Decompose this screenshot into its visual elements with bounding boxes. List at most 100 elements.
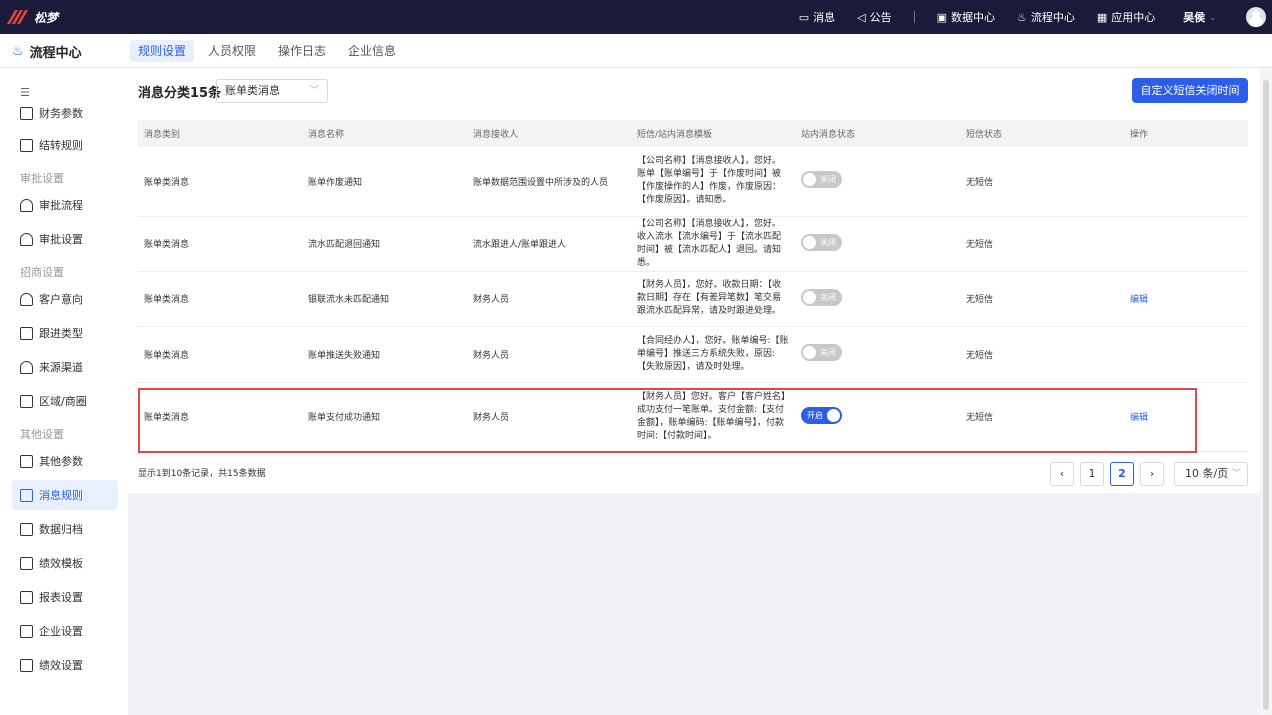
- sidebar-item-customer-intent[interactable]: 客户意向: [12, 284, 118, 314]
- nav-divider: [913, 11, 915, 23]
- sidebar-item-carryover[interactable]: 结转规则: [12, 130, 118, 160]
- col-template: 短信/站内消息模板: [631, 120, 795, 147]
- cell-sms-status: 无短信: [960, 147, 1124, 217]
- highlight-box: [138, 388, 1197, 453]
- status-toggle[interactable]: 关闭: [801, 233, 842, 251]
- top-nav: ▭ 消息 ◁ 公告 ▣ 数据中心 ♨ 流程中心 ▦ 应用中心 吴侯 ⌄: [777, 0, 1216, 34]
- cell-action: 编辑: [1124, 271, 1248, 327]
- table-row: 账单类消息 银联流水未匹配通知 财务人员 【财务人员】，您好。收款日期：【收款日…: [138, 271, 1248, 327]
- category-select[interactable]: 账单类消息 ﹀: [216, 79, 328, 103]
- avatar[interactable]: [1246, 7, 1266, 27]
- cell-template: 【公司名称】【消息接收人】，您好。收入流水【流水编号】于【流水匹配时间】被【流水…: [631, 216, 795, 272]
- chevron-down-icon[interactable]: ⌄: [1209, 13, 1216, 22]
- brand-logo[interactable]: 松梦: [6, 8, 59, 26]
- cell-category: 账单类消息: [138, 271, 302, 327]
- cell-template: 【合同经办人】，您好。账单编号:【账单编号】推送三方系统失败，原因:【失败原因】…: [631, 326, 795, 383]
- archive-icon: [20, 522, 33, 536]
- other-params-icon: [20, 454, 33, 468]
- followup-type-icon: [20, 326, 33, 340]
- status-toggle[interactable]: 关闭: [801, 288, 842, 306]
- sidebar-item-followup-type[interactable]: 跟进类型: [12, 318, 118, 348]
- message-icon: ▭: [798, 10, 810, 24]
- cell-category: 账单类消息: [138, 326, 302, 383]
- cell-action: [1124, 147, 1248, 217]
- edit-link[interactable]: 编辑: [1130, 295, 1148, 305]
- sidebar-item-other-params[interactable]: 其他参数: [12, 446, 118, 476]
- user-name[interactable]: 吴侯: [1183, 9, 1205, 25]
- cell-receiver: 流水跟进人/账单跟进人: [467, 216, 631, 272]
- tab-rule-settings[interactable]: 规则设置: [130, 40, 195, 62]
- col-receiver: 消息接收人: [467, 120, 631, 147]
- source-channel-icon: [20, 360, 33, 374]
- sidebar: ☰ 财务参数 结转规则 审批设置 审批流程 审批设置 招商设置 客户意向 跟进类…: [0, 68, 128, 715]
- table-row: 账单类消息 账单推送失败通知 财务人员 【合同经办人】，您好。账单编号:【账单编…: [138, 326, 1248, 383]
- nav-announcement[interactable]: ◁ 公告: [857, 9, 891, 25]
- chevron-down-icon: ﹀: [1231, 469, 1241, 479]
- cell-receiver: 财务人员: [467, 271, 631, 327]
- cell-inapp-status: 关闭: [795, 216, 960, 272]
- sidebar-item-region[interactable]: 区域/商圈: [12, 386, 118, 416]
- message-rules-icon: [20, 488, 33, 502]
- cell-name: 账单推送失败通知: [302, 326, 467, 383]
- cell-sms-status: 无短信: [960, 326, 1124, 383]
- cell-name: 流水匹配退回通知: [302, 216, 467, 272]
- tab-enterprise-info[interactable]: 企业信息: [340, 40, 404, 62]
- tab-permissions[interactable]: 人员权限: [200, 40, 264, 62]
- top-bar: 松梦 ▭ 消息 ◁ 公告 ▣ 数据中心 ♨ 流程中心 ▦ 应用中心 吴侯 ⌄: [0, 0, 1272, 34]
- approval-settings-icon: [20, 232, 33, 246]
- page-1-button[interactable]: 1: [1080, 462, 1104, 486]
- cell-action: [1124, 216, 1248, 272]
- enterprise-settings-icon: [20, 624, 33, 638]
- page-size-select[interactable]: 10 条/页 ﹀: [1174, 462, 1248, 486]
- table-row: 账单类消息 流水匹配退回通知 流水跟进人/账单跟进人 【公司名称】【消息接收人】…: [138, 216, 1248, 272]
- sidebar-item-approval-settings[interactable]: 审批设置: [12, 224, 118, 254]
- cell-category: 账单类消息: [138, 147, 302, 217]
- cell-receiver: 账单数据范围设置中所涉及的人员: [467, 147, 631, 217]
- sidebar-group-investment: 招商设置: [20, 266, 64, 279]
- nav-process-center[interactable]: ♨ 流程中心: [1017, 9, 1075, 25]
- brand-name: 松梦: [34, 10, 59, 25]
- col-sms-status: 短信状态: [960, 120, 1124, 147]
- cell-inapp-status: 关闭: [795, 271, 960, 327]
- sidebar-item-message-rules[interactable]: 消息规则: [12, 480, 118, 510]
- col-category: 消息类别: [138, 120, 302, 147]
- sidebar-group-other: 其他设置: [20, 428, 64, 441]
- nav-data-center[interactable]: ▣ 数据中心: [937, 9, 995, 25]
- sidebar-item-performance-template[interactable]: 绩效模板: [12, 548, 118, 578]
- cell-receiver: 财务人员: [467, 326, 631, 383]
- sidebar-item-source-channel[interactable]: 来源渠道: [12, 352, 118, 382]
- cell-sms-status: 无短信: [960, 271, 1124, 327]
- status-toggle[interactable]: 关闭: [801, 171, 842, 189]
- page-title: ♨ 流程中心: [12, 44, 82, 61]
- performance-template-icon: [20, 556, 33, 570]
- next-page-button[interactable]: ›: [1140, 462, 1164, 486]
- page-2-button[interactable]: 2: [1110, 462, 1134, 486]
- col-actions: 操作: [1124, 120, 1248, 147]
- announce-icon: ◁: [857, 10, 866, 24]
- tab-operation-log[interactable]: 操作日志: [270, 40, 334, 62]
- nav-message[interactable]: ▭ 消息: [799, 9, 835, 25]
- prev-page-button[interactable]: ‹: [1050, 462, 1074, 486]
- pagination: ‹ 1 2 › 10 条/页 ﹀: [1050, 462, 1248, 486]
- logo-icon: [6, 8, 29, 26]
- sidebar-item-approval-flow[interactable]: 审批流程: [12, 190, 118, 220]
- sidebar-item-enterprise-settings[interactable]: 企业设置: [12, 616, 118, 646]
- scrollbar-thumb[interactable]: [1263, 80, 1269, 710]
- process-center-icon: ♨: [12, 44, 24, 59]
- sidebar-item-archive[interactable]: 数据归档: [12, 514, 118, 544]
- custom-sms-close-time-button[interactable]: 自定义短信关闭时间: [1132, 78, 1248, 103]
- sidebar-item-performance-settings[interactable]: 绩效设置: [12, 650, 118, 680]
- nav-app-center[interactable]: ▦ 应用中心: [1097, 9, 1155, 25]
- carryover-icon: [20, 138, 33, 152]
- region-icon: [20, 394, 33, 408]
- cell-sms-status: 无短信: [960, 216, 1124, 272]
- cell-category: 账单类消息: [138, 216, 302, 272]
- sidebar-item-finance[interactable]: 财务参数: [12, 98, 118, 128]
- status-toggle[interactable]: 关闭: [801, 344, 842, 361]
- data-center-icon: ▣: [936, 10, 948, 24]
- sub-header: ♨ 流程中心 规则设置 人员权限 操作日志 企业信息: [0, 34, 1272, 68]
- sidebar-item-report-settings[interactable]: 报表设置: [12, 582, 118, 612]
- performance-settings-icon: [20, 658, 33, 672]
- col-inapp-status: 站内消息状态: [795, 120, 960, 147]
- customer-intent-icon: [20, 292, 33, 306]
